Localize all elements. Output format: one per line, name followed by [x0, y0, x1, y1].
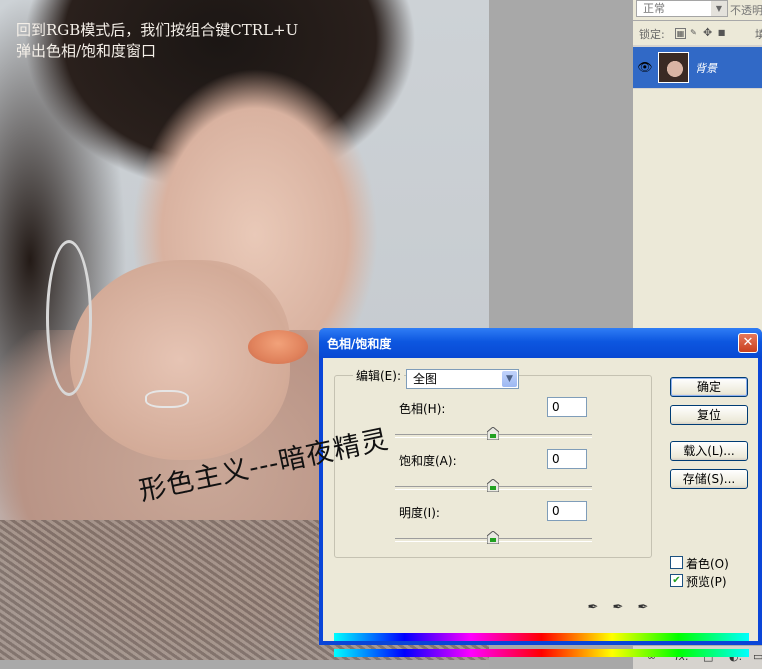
hue-saturation-dialog: 色相/饱和度 ✕ 编辑(E): 全图 ▼ 色相(H): 0 饱和度(A): 0: [319, 328, 762, 657]
lock-row: 锁定: ▦ ✎ ✥ ■ 填: [633, 21, 762, 45]
photo-ring: [145, 390, 189, 408]
close-icon[interactable]: ✕: [738, 333, 758, 353]
blend-mode-select[interactable]: 正常 ▼: [636, 0, 728, 17]
folder-icon[interactable]: ▭: [753, 650, 762, 664]
caption-line-1: 回到RGB模式后，我们按组合键CTRL+U: [16, 21, 299, 39]
chevron-down-icon[interactable]: ▼: [711, 1, 727, 16]
edit-range-value: 全图: [413, 372, 438, 386]
preview-checkbox[interactable]: ✔: [670, 574, 683, 587]
saturation-input[interactable]: 0: [547, 449, 587, 469]
dialog-title-bar[interactable]: 色相/饱和度 ✕: [319, 328, 762, 358]
saturation-label: 饱和度(A):: [399, 454, 457, 468]
lock-transparency-icon[interactable]: ▦: [675, 28, 686, 39]
load-button[interactable]: 载入(L)...: [670, 441, 748, 461]
lightness-label: 明度(I):: [399, 506, 440, 520]
colorize-label: 着色(O): [686, 557, 729, 571]
layer-name: 背景: [695, 62, 717, 75]
edit-range-select[interactable]: 全图 ▼: [406, 369, 519, 389]
photo-hand: [70, 260, 290, 460]
preview-label: 预览(P): [686, 575, 727, 589]
lock-label: 锁定:: [639, 28, 665, 41]
reset-button[interactable]: 复位: [670, 405, 748, 425]
hue-input[interactable]: 0: [547, 397, 587, 417]
lightness-input[interactable]: 0: [547, 501, 587, 521]
layer-thumbnail: [658, 52, 689, 83]
blend-mode-value: 正常: [643, 2, 665, 15]
tutorial-caption: 回到RGB模式后，我们按组合键CTRL+U 弹出色相/饱和度窗口: [16, 20, 298, 62]
chevron-down-icon[interactable]: ▼: [502, 371, 517, 387]
spectrum-bar-output: [334, 649, 749, 657]
eyedropper-icon[interactable]: ✒: [585, 600, 601, 616]
lock-brush-icon[interactable]: ✎: [689, 28, 698, 37]
dialog-title: 色相/饱和度: [327, 337, 392, 351]
photo-earring: [46, 240, 92, 396]
settings-group: 编辑(E): 全图 ▼ 色相(H): 0 饱和度(A): 0 明度(I): 0: [334, 367, 652, 558]
layers-panel-header: 正常 ▼ 不透明: [633, 0, 762, 21]
spectrum-bar-input: [334, 633, 749, 641]
lock-move-icon[interactable]: ✥: [703, 27, 712, 38]
caption-line-2: 弹出色相/饱和度窗口: [16, 42, 157, 60]
fill-label: 填: [755, 28, 762, 41]
ok-button[interactable]: 确定: [670, 377, 748, 397]
lightness-slider-thumb[interactable]: [487, 531, 499, 544]
colorize-checkbox[interactable]: [670, 556, 683, 569]
hue-label: 色相(H):: [399, 402, 446, 416]
edit-label: 编辑(E):: [353, 367, 404, 384]
save-button[interactable]: 存储(S)...: [670, 469, 748, 489]
eyedropper-minus-icon[interactable]: ✒: [635, 600, 651, 616]
hue-slider-thumb[interactable]: [487, 427, 499, 440]
eyedropper-plus-icon[interactable]: ✒: [610, 600, 626, 616]
dialog-body: 编辑(E): 全图 ▼ 色相(H): 0 饱和度(A): 0 明度(I): 0: [323, 358, 758, 657]
photo-lips: [248, 330, 308, 364]
layer-row-background[interactable]: 👁 背景: [633, 47, 762, 88]
eye-icon[interactable]: 👁: [637, 59, 653, 75]
saturation-slider-thumb[interactable]: [487, 479, 499, 492]
opacity-label: 不透明: [730, 4, 762, 17]
lock-all-icon[interactable]: ■: [717, 28, 726, 37]
